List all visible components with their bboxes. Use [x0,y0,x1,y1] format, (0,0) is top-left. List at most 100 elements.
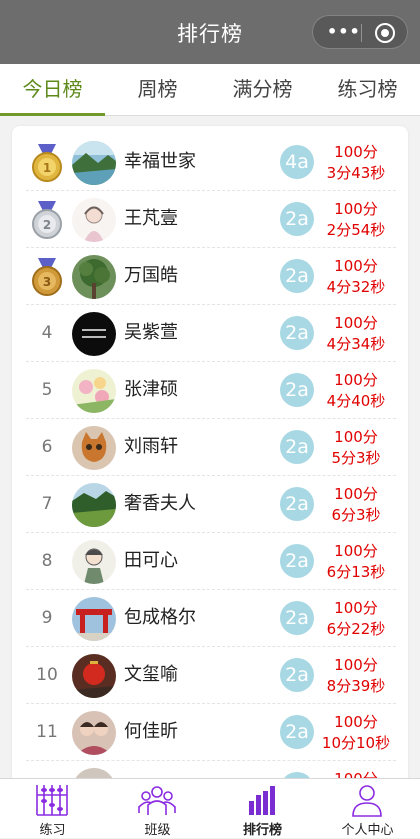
score-block: 100分 10分10秒 [320,712,392,754]
cat-avatar [72,426,116,470]
student-name: 张津硕 [124,379,178,400]
svg-text:3: 3 [43,275,51,289]
score-block: 100分 8分39秒 [320,655,392,697]
close-target-icon[interactable] [375,23,395,43]
score-value: 100分 [334,542,378,560]
ranking-row[interactable]: 6 刘雨轩 2a 100分 5分3秒 [26,419,396,476]
score-block: 100分 3分43秒 [320,142,392,184]
tab-today[interactable]: 今日榜 [0,64,105,116]
score-block: 100分 4分32秒 [320,256,392,298]
score-block: 100分 6分13秒 [320,541,392,583]
score-block: 100分 2分54秒 [320,199,392,241]
ranking-row[interactable]: 5 张津硕 2a 100分 4分40秒 [26,362,396,419]
landscape-avatar [72,141,116,185]
score-value: 100分 [334,371,378,389]
score-value: 100分 [334,257,378,275]
flowers-avatar [72,369,116,413]
navigation-bar: 排行榜 ••• [0,0,420,64]
svg-text:2: 2 [43,218,51,232]
bottom-tab-ranking[interactable]: 排行榜 [210,779,315,839]
class-badge: 2a [280,373,314,407]
person-icon [352,785,382,817]
ranking-row[interactable]: 3 万国皓 2a 100分 4分32秒 [26,248,396,305]
score-block: 100分 5分3秒 [320,427,392,469]
rank-number: 5 [41,380,53,400]
score-value: 100分 [334,314,378,332]
svg-text:1: 1 [43,161,51,175]
rank-number: 8 [41,551,53,571]
more-icon[interactable]: ••• [327,24,361,40]
ranking-tabs: 今日榜 周榜 满分榜 练习榜 [0,64,420,116]
student-name: 何佳昕 [124,721,178,742]
class-badge: 2a [280,202,314,236]
black-text-avatar [72,312,116,356]
ranking-row[interactable]: 9 包成格尔 2a 100分 6分22秒 [26,590,396,647]
score-value: 100分 [334,200,378,218]
rank-number: 10 [36,665,58,685]
ranking-row[interactable]: 2 王芃壹 2a 100分 2分54秒 [26,191,396,248]
elapsed-time: 10分10秒 [321,734,391,752]
cartoon-avatar [72,540,116,584]
student-name: 奢香夫人 [124,493,196,514]
ranking-row[interactable]: 10 文玺喻 2a 100分 8分39秒 [26,647,396,704]
rank-number: 6 [41,437,53,457]
group-icon [138,786,176,815]
class-badge: 2a [280,658,314,692]
bottom-tab-label: 练习 [39,823,66,838]
class-badge: 2a [280,259,314,293]
elapsed-time: 4分40秒 [326,392,386,410]
rank-number: 4 [41,323,53,343]
class-badge: 2a [280,601,314,635]
ranking-row[interactable]: 8 田可心 2a 100分 6分13秒 [26,533,396,590]
score-block: 100分 6分22秒 [320,598,392,640]
rank-number: 9 [41,608,53,628]
couple-avatar [72,711,116,755]
field-avatar [72,483,116,527]
class-badge: 2a [280,430,314,464]
bar-chart-icon [249,786,275,815]
ranking-row[interactable]: 11 何佳昕 2a 100分 10分10秒 [26,704,396,761]
tree-avatar [72,255,116,299]
tab-practice[interactable]: 练习榜 [315,64,420,116]
student-name: 刘雨轩 [124,436,178,457]
bottom-tab-profile[interactable]: 个人中心 [315,779,420,839]
bottom-tab-practice[interactable]: 练习 [0,779,105,839]
active-tab-underline [0,113,105,116]
bottom-tab-label: 班级 [144,823,171,838]
tab-week[interactable]: 周榜 [105,64,210,116]
bronze-medal-icon: 3 [32,258,62,296]
silver-medal-icon: 2 [32,201,62,239]
class-badge: 4a [280,145,314,179]
elapsed-time: 6分22秒 [326,620,386,638]
bottom-tab-label: 个人中心 [341,823,394,838]
class-badge: 2a [280,487,314,521]
student-name: 文玺喻 [124,664,178,685]
elapsed-time: 4分32秒 [326,278,386,296]
student-name: 王芃壹 [124,208,178,229]
elapsed-time: 8分39秒 [326,677,386,695]
bottom-tab-class[interactable]: 班级 [105,779,210,839]
ranking-row[interactable]: 7 奢香夫人 2a 100分 6分3秒 [26,476,396,533]
student-name: 万国皓 [124,265,178,286]
capsule-divider [361,24,362,42]
score-value: 100分 [334,713,378,731]
class-badge: 2a [280,316,314,350]
red-gate-avatar [72,597,116,641]
ranking-row[interactable]: 1 幸福世家 4a 100分 3分43秒 [26,134,396,191]
miniprogram-capsule: ••• [312,15,408,49]
elapsed-time: 6分13秒 [326,563,386,581]
student-name: 田可心 [124,550,178,571]
class-badge: 2a [280,544,314,578]
ranking-row[interactable]: 4 吴紫萱 2a 100分 4分34秒 [26,305,396,362]
student-name: 包成格尔 [124,607,196,628]
score-value: 100分 [334,599,378,617]
elapsed-time: 6分3秒 [331,506,381,524]
score-block: 100分 4分40秒 [320,370,392,412]
ranking-list[interactable]: 1 幸福世家 4a 100分 3分43秒 2 王芃壹 2a 100分 2分54秒… [12,126,408,784]
score-value: 100分 [334,485,378,503]
tab-full-score[interactable]: 满分榜 [210,64,315,116]
score-block: 100分 6分3秒 [320,484,392,526]
elapsed-time: 2分54秒 [326,221,386,239]
abacus-icon [36,785,68,816]
elapsed-time: 5分3秒 [331,449,381,467]
